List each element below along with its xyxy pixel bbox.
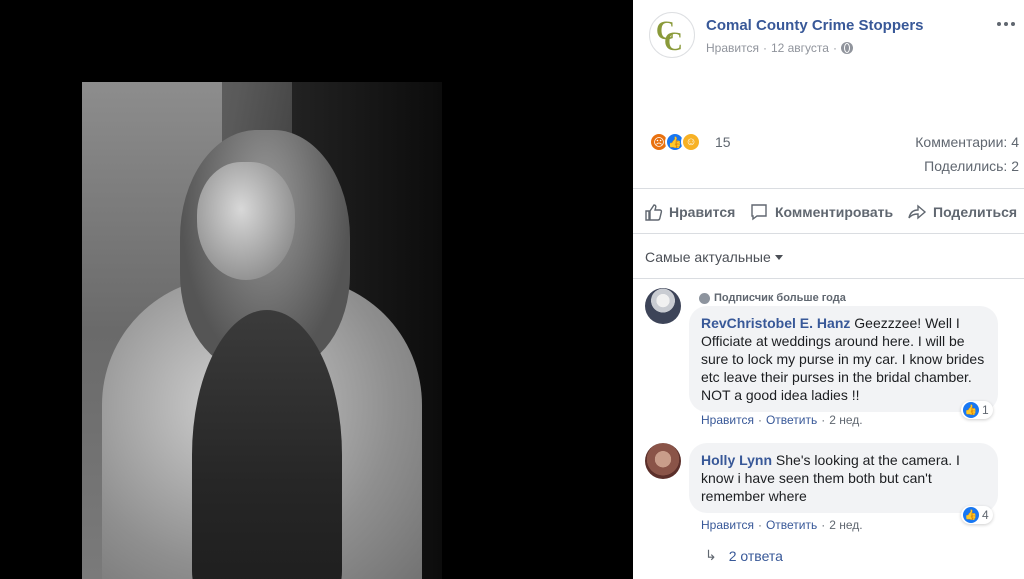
reaction-count[interactable]: 15 (715, 134, 731, 150)
share-button-label: Поделиться (933, 204, 1018, 220)
reaction-icons[interactable]: ☹ 👍 ☺ (649, 132, 701, 152)
comment-like-count[interactable]: 👍 4 (961, 506, 993, 524)
comment-actions: Нравится · Ответить · 2 нед. (701, 518, 863, 532)
comment-like-number: 4 (982, 508, 989, 522)
page-name[interactable]: Comal County Crime Stoppers (706, 17, 924, 34)
caret-down-icon (774, 254, 783, 260)
post-header: C C Comal County Crime Stoppers Нравится… (649, 12, 1017, 60)
page-avatar[interactable]: C C (649, 12, 695, 58)
comment-bubble: Holly Lynn She's looking at the camera. … (689, 443, 998, 513)
like-icon: 👍 (963, 507, 979, 523)
more-options-icon[interactable] (997, 18, 1017, 30)
comment: Подписчик больше года RevChristobel E. H… (645, 288, 1015, 433)
comment-time[interactable]: 2 нед. (829, 413, 862, 427)
meta-separator: · (762, 41, 767, 55)
meta-separator: · (757, 413, 762, 427)
like-button[interactable]: Нравится (643, 202, 735, 222)
post-actions: Нравится Комментировать Поделиться (633, 188, 1024, 234)
comment-like-link[interactable]: Нравится (701, 413, 754, 427)
post-photo[interactable] (82, 82, 442, 579)
globe-icon (840, 42, 853, 54)
comment-time[interactable]: 2 нед. (829, 518, 862, 532)
comment-author[interactable]: Holly Lynn (701, 452, 772, 468)
photo-viewer (0, 0, 633, 579)
reactions-row: ☹ 👍 ☺ 15 Комментарии: 4 Поделились: 2 (649, 130, 1019, 174)
comment-like-link[interactable]: Нравится (701, 518, 754, 532)
meta-separator: · (821, 413, 826, 427)
meta-separator: · (832, 41, 837, 55)
comment-icon (751, 204, 767, 221)
comment-reply-link[interactable]: Ответить (766, 413, 817, 427)
comment-author[interactable]: RevChristobel E. Hanz (701, 315, 850, 331)
post-side-panel: C C Comal County Crime Stoppers Нравится… (633, 0, 1024, 579)
like-icon: 👍 (963, 402, 979, 418)
meta-separator: · (821, 518, 826, 532)
commenter-avatar[interactable] (645, 288, 681, 324)
comment-like-count[interactable]: 👍 1 (961, 401, 993, 419)
share-icon (908, 204, 927, 220)
like-button-label: Нравится (669, 204, 736, 220)
photo-woman-face (197, 162, 295, 280)
comment-button-label: Комментировать (775, 204, 894, 220)
view-replies-link[interactable]: ↳ 2 ответа (705, 547, 783, 564)
comment: Holly Lynn She's looking at the camera. … (645, 443, 1015, 538)
commenter-avatar[interactable] (645, 443, 681, 479)
share-button[interactable]: Поделиться (907, 202, 1017, 222)
comment-bubble: RevChristobel E. Hanz Geezzzee! Well I O… (689, 306, 998, 412)
replies-label: 2 ответа (728, 547, 783, 564)
follower-badge: Подписчик больше года (699, 292, 846, 304)
comment-like-number: 1 (982, 403, 989, 417)
divider (633, 278, 1024, 279)
post-meta: Нравится · 12 августа · (706, 41, 853, 55)
thumbs-up-icon (645, 204, 663, 221)
post-date[interactable]: 12 августа (771, 41, 829, 55)
comment-actions: Нравится · Ответить · 2 нед. (701, 413, 863, 427)
haha-reaction-icon: ☺ (681, 132, 701, 152)
sort-label: Самые актуальные (645, 249, 771, 265)
meta-separator: · (757, 518, 762, 532)
badge-label: Подписчик больше года (714, 292, 846, 304)
page-like-link[interactable]: Нравится (706, 41, 759, 55)
comment-button[interactable]: Комментировать (749, 202, 893, 222)
badge-icon (699, 292, 710, 304)
reply-arrow-icon: ↳ (705, 547, 717, 563)
shares-count[interactable]: Поделились: 2 (924, 158, 1019, 174)
comment-sort-dropdown[interactable]: Самые актуальные (645, 249, 783, 265)
comment-reply-link[interactable]: Ответить (766, 518, 817, 532)
comments-count[interactable]: Комментарии: 4 (915, 134, 1019, 150)
